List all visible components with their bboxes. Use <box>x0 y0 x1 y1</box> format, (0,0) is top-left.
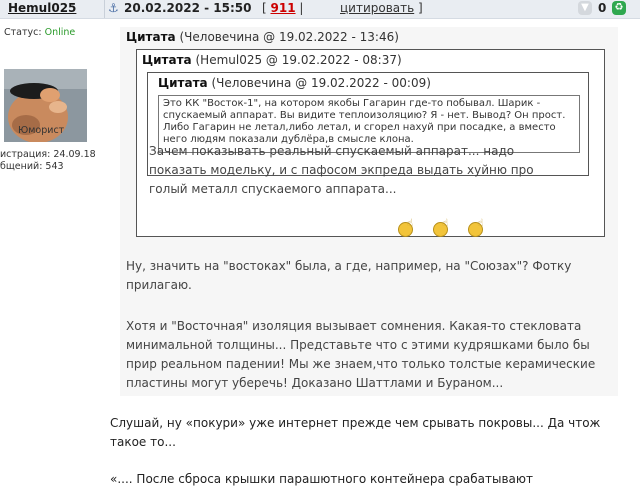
smiley-row: ☝ ☝ ☝ <box>397 218 497 240</box>
vote-up-icon[interactable]: ♻ <box>612 1 626 15</box>
quote-middle-meta: (Hemul025 @ 19.02.2022 - 08:37) <box>195 53 402 67</box>
vote-down-icon[interactable]: ▼ <box>578 1 592 15</box>
quote-outer: Цитата (Человечина @ 19.02.2022 - 13:46)… <box>120 27 618 396</box>
user-rank: Юморист <box>18 125 65 136</box>
status-label: Статус: <box>4 27 42 38</box>
post-body-paragraph: «.... После сброса крышки парашютного ко… <box>110 472 533 486</box>
quote-middle-label: Цитата <box>142 53 192 67</box>
cite-link[interactable]: цитировать <box>340 1 414 15</box>
quote-inner-header: Цитата (Человечина @ 19.02.2022 - 00:09) <box>158 76 431 90</box>
status-value: Online <box>44 27 76 38</box>
user-post-count: бщений: 543 <box>0 161 64 172</box>
quote-inner-label: Цитата <box>158 76 208 90</box>
post-number: [ 911 | <box>262 1 304 15</box>
quote-middle-text: Зачем показывать реальный спускаемый апп… <box>149 144 534 196</box>
quote-outer-paragraph: Ну, значить на "востоках" была, а где, н… <box>126 259 572 292</box>
quote-outer-paragraph: Хотя и "Восточная" изоляция вызывает сом… <box>126 319 596 390</box>
vote-count: 0 <box>598 1 607 15</box>
quote-middle-header: Цитата (Hemul025 @ 19.02.2022 - 08:37) <box>142 53 402 67</box>
thinking-smiley-icon: ☝ <box>397 218 415 237</box>
post-date: 20.02.2022 - 15:50 <box>124 1 252 15</box>
thinking-smiley-icon: ☝ <box>432 218 450 237</box>
anchor-icon[interactable]: ⚓ <box>108 1 119 15</box>
quote-outer-meta: (Человечина @ 19.02.2022 - 13:46) <box>179 30 399 44</box>
quote-middle: Цитата (Hemul025 @ 19.02.2022 - 08:37) Ц… <box>136 49 605 237</box>
user-panel: Статус: Online Юморист истрация: 24.09.1… <box>0 19 104 489</box>
header-divider <box>104 0 105 18</box>
user-registered: истрация: 24.09.18 <box>0 149 96 160</box>
author-link[interactable]: Hemul025 <box>8 1 76 15</box>
post-body-paragraph: Слушай, ну «покури» уже интернет прежде … <box>110 416 601 449</box>
quote-innermost-text: Это КК "Восток-1", на котором якобы Гага… <box>163 98 566 145</box>
quote-outer-label: Цитата <box>126 30 176 44</box>
quote-inner-meta: (Человечина @ 19.02.2022 - 00:09) <box>211 76 431 90</box>
post-number-link[interactable]: 911 <box>271 1 296 15</box>
post-header: Hemul025 ⚓ 20.02.2022 - 15:50 [ 911 | ци… <box>0 0 640 19</box>
user-status: Статус: Online <box>4 27 75 38</box>
quote-outer-header: Цитата (Человечина @ 19.02.2022 - 13:46) <box>126 30 399 44</box>
cite-link-wrap: цитировать ] <box>340 1 423 15</box>
thinking-smiley-icon: ☝ <box>467 218 485 237</box>
